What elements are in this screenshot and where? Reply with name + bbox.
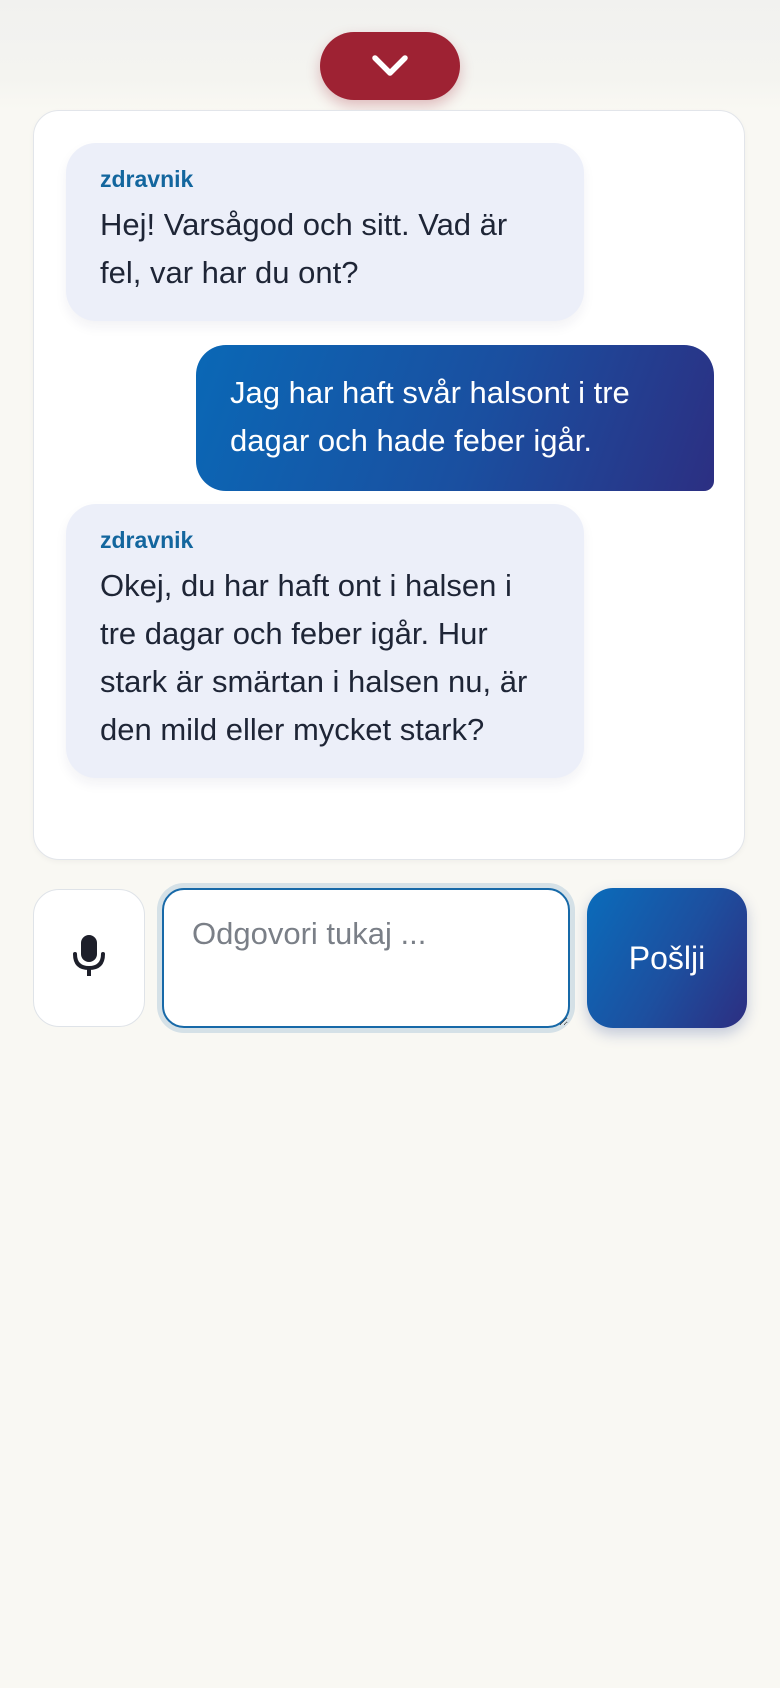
doctor-message: zdravnik Okej, du har haft ont i halsen … [66,504,584,778]
chat-panel[interactable]: zdravnik Hej! Varsågod och sitt. Vad är … [33,110,745,860]
message-text: Jag har haft svår halsont i tre dagar oc… [230,375,630,458]
microphone-icon [71,933,107,984]
doctor-message: zdravnik Hej! Varsågod och sitt. Vad är … [66,143,584,321]
message-text: Okej, du har haft ont i halsen i tre dag… [100,568,528,747]
message-sender: zdravnik [100,166,194,192]
message-sender: zdravnik [100,527,194,553]
reply-input[interactable] [162,888,570,1028]
send-button[interactable]: Pošlji [587,888,747,1028]
microphone-button[interactable] [33,889,145,1027]
user-message: Jag har haft svår halsont i tre dagar oc… [196,345,714,491]
chevron-down-icon [370,53,410,79]
collapse-button[interactable] [320,32,460,100]
message-text: Hej! Varsågod och sitt. Vad är fel, var … [100,207,508,290]
